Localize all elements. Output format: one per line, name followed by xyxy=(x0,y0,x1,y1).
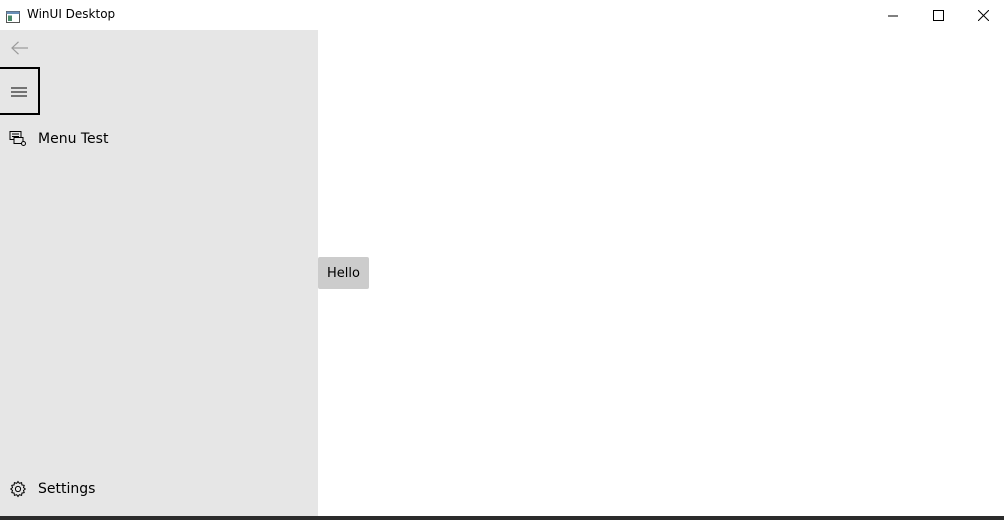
close-button[interactable] xyxy=(960,0,1004,30)
minimize-button[interactable] xyxy=(870,0,916,30)
app-window-icon xyxy=(6,8,20,23)
title-bar: WinUI Desktop xyxy=(0,0,1004,30)
nav-item-settings[interactable]: Settings xyxy=(0,469,318,509)
navigation-pane: Menu Test Settings xyxy=(0,30,318,516)
minimize-icon xyxy=(888,6,898,25)
gear-icon xyxy=(9,480,27,498)
window-title: WinUI Desktop xyxy=(27,7,116,21)
content-area: Hello xyxy=(318,30,1004,516)
close-icon xyxy=(977,6,989,25)
nav-item-label: Menu Test xyxy=(38,131,109,147)
nav-item-label: Settings xyxy=(38,481,96,497)
back-arrow-icon xyxy=(11,40,29,59)
maximize-icon xyxy=(932,6,944,25)
nav-item-menu-test[interactable]: Menu Test xyxy=(0,119,318,159)
hamburger-icon xyxy=(11,82,27,101)
window-bottom-edge xyxy=(0,516,1004,520)
maximize-button[interactable] xyxy=(915,0,961,30)
hello-button[interactable]: Hello xyxy=(318,257,369,289)
back-button[interactable] xyxy=(0,30,40,68)
menu-test-icon xyxy=(9,130,27,148)
pane-toggle-button[interactable] xyxy=(0,67,40,115)
